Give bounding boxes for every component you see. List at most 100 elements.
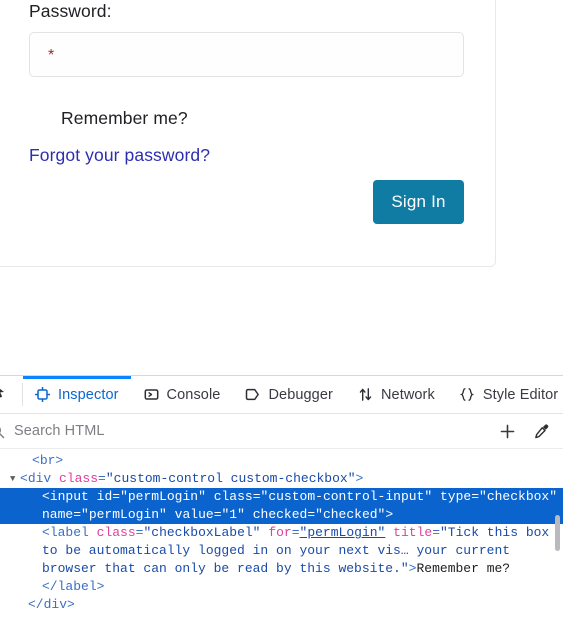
markup-line-container: <br> ▼ <div class="custom-control custom-c… xyxy=(0,452,563,614)
remember-me-row[interactable]: Remember me? xyxy=(29,108,469,128)
tab-console[interactable]: Console xyxy=(131,376,233,413)
web-page-content: Password: * Remember me? Forgot your pas… xyxy=(0,0,563,375)
markup-line[interactable]: <br> xyxy=(0,452,563,470)
element-picker-button[interactable] xyxy=(0,376,22,413)
forgot-password-link[interactable]: Forgot your password? xyxy=(29,145,210,166)
markup-token: label xyxy=(57,579,97,594)
markup-token xyxy=(385,525,393,540)
search-bar-actions xyxy=(497,421,563,441)
markup-token: "1" xyxy=(221,507,245,522)
tab-style-editor[interactable]: Style Editor xyxy=(447,376,563,413)
markup-token: name xyxy=(42,507,74,522)
color-picker-button[interactable] xyxy=(531,421,551,441)
markup-token: = xyxy=(291,525,300,540)
markup-token: div xyxy=(43,597,68,612)
debugger-icon xyxy=(244,386,261,403)
markup-token xyxy=(51,471,59,486)
tab-console-label: Console xyxy=(166,386,221,403)
remember-me-checkbox[interactable] xyxy=(35,110,51,126)
tab-network-label: Network xyxy=(380,386,435,403)
devtools-tab-list: Inspector Console Debugger Network Style… xyxy=(23,376,563,413)
markup-token: title xyxy=(393,525,433,540)
markup-line[interactable]: <input id="permLogin" class="custom-cont… xyxy=(0,488,563,524)
markup-token: class xyxy=(96,525,136,540)
markup-token: = xyxy=(73,507,82,522)
markup-token: = xyxy=(213,507,222,522)
markup-token: input xyxy=(49,489,89,504)
expand-collapse-twisty[interactable]: ▼ xyxy=(10,470,20,488)
search-html-bar[interactable]: Search HTML xyxy=(0,414,563,449)
markup-token: > xyxy=(355,471,364,486)
style-editor-icon xyxy=(459,386,476,403)
sign-in-button[interactable]: Sign In xyxy=(373,180,464,224)
login-form: Password: * Remember me? Forgot your pas… xyxy=(29,1,469,224)
markup-token: class xyxy=(213,489,253,504)
tab-inspector-label: Inspector xyxy=(58,386,119,403)
markup-view[interactable]: <br> ▼ <div class="custom-control custom-c… xyxy=(0,449,563,640)
markup-token: = xyxy=(307,507,316,522)
markup-token xyxy=(89,525,97,540)
markup-token: > xyxy=(96,579,105,594)
markup-token: </ xyxy=(42,579,58,594)
markup-token: < xyxy=(42,525,50,540)
markup-token: Remember me? xyxy=(416,561,511,576)
remember-me-label[interactable]: Remember me? xyxy=(61,108,188,129)
console-icon xyxy=(143,386,160,403)
devtools-panel: Inspector Console Debugger Network Style… xyxy=(0,375,563,640)
tab-debugger[interactable]: Debugger xyxy=(232,376,345,413)
markup-token: label xyxy=(49,525,89,540)
inspector-icon xyxy=(34,386,51,403)
password-input[interactable]: * xyxy=(29,32,464,77)
markup-token: "custom-control-input" xyxy=(260,489,433,504)
markup-token: type xyxy=(439,489,472,504)
markup-token: br xyxy=(39,453,56,468)
markup-line[interactable]: <label class="checkboxLabel" for="permLo… xyxy=(0,524,563,578)
markup-token: "checkboxLabel" xyxy=(143,525,261,540)
signin-row: Sign In xyxy=(29,180,464,224)
markup-token xyxy=(245,507,253,522)
tab-debugger-label: Debugger xyxy=(268,386,333,403)
markup-line[interactable]: </div> xyxy=(0,596,563,614)
markup-token: </ xyxy=(28,597,44,612)
markup-token: = xyxy=(252,489,261,504)
search-icon xyxy=(0,424,8,439)
markup-token xyxy=(432,489,440,504)
search-html-input[interactable]: Search HTML xyxy=(8,423,497,439)
markup-token xyxy=(167,507,175,522)
markup-token: < xyxy=(32,453,40,468)
tab-style-editor-label: Style Editor xyxy=(482,386,559,403)
markup-token xyxy=(89,489,97,504)
markup-token: "permLogin" xyxy=(120,489,206,504)
markup-token: id xyxy=(96,489,113,504)
markup-token xyxy=(206,489,214,504)
markup-token: = xyxy=(98,471,106,486)
markup-token: "permLogin" xyxy=(81,507,167,522)
element-picker-icon xyxy=(0,383,10,406)
eyedropper-icon xyxy=(534,424,548,438)
markup-token: < xyxy=(42,489,50,504)
tab-inspector[interactable]: Inspector xyxy=(23,376,131,413)
tab-network[interactable]: Network xyxy=(345,376,447,413)
markup-token: > xyxy=(67,597,75,612)
markup-token: "custom-control custom-checkbox" xyxy=(105,471,356,486)
markup-token xyxy=(557,489,563,504)
devtools-toolbar: Inspector Console Debugger Network Style… xyxy=(0,376,563,414)
markup-token: < xyxy=(20,471,28,486)
markup-token: > xyxy=(385,507,394,522)
add-new-node-button[interactable] xyxy=(497,421,517,441)
markup-token: > xyxy=(55,453,64,468)
network-icon xyxy=(357,386,374,403)
markup-token: "checkbox" xyxy=(479,489,558,504)
required-marker: * xyxy=(48,46,55,64)
markup-token: = xyxy=(432,525,440,540)
markup-token: = xyxy=(471,489,480,504)
markup-token: value xyxy=(174,507,214,522)
markup-line[interactable]: ▼ <div class="custom-control custom-check… xyxy=(0,470,563,488)
login-card: Password: * Remember me? Forgot your pas… xyxy=(0,0,496,267)
password-label: Password: xyxy=(29,1,112,21)
markup-token: = xyxy=(112,489,121,504)
markup-token: "permLogin" xyxy=(299,525,386,540)
markup-line[interactable]: </label> xyxy=(0,578,563,596)
markup-token: checked xyxy=(252,507,308,522)
markup-token: "checked" xyxy=(315,507,386,522)
